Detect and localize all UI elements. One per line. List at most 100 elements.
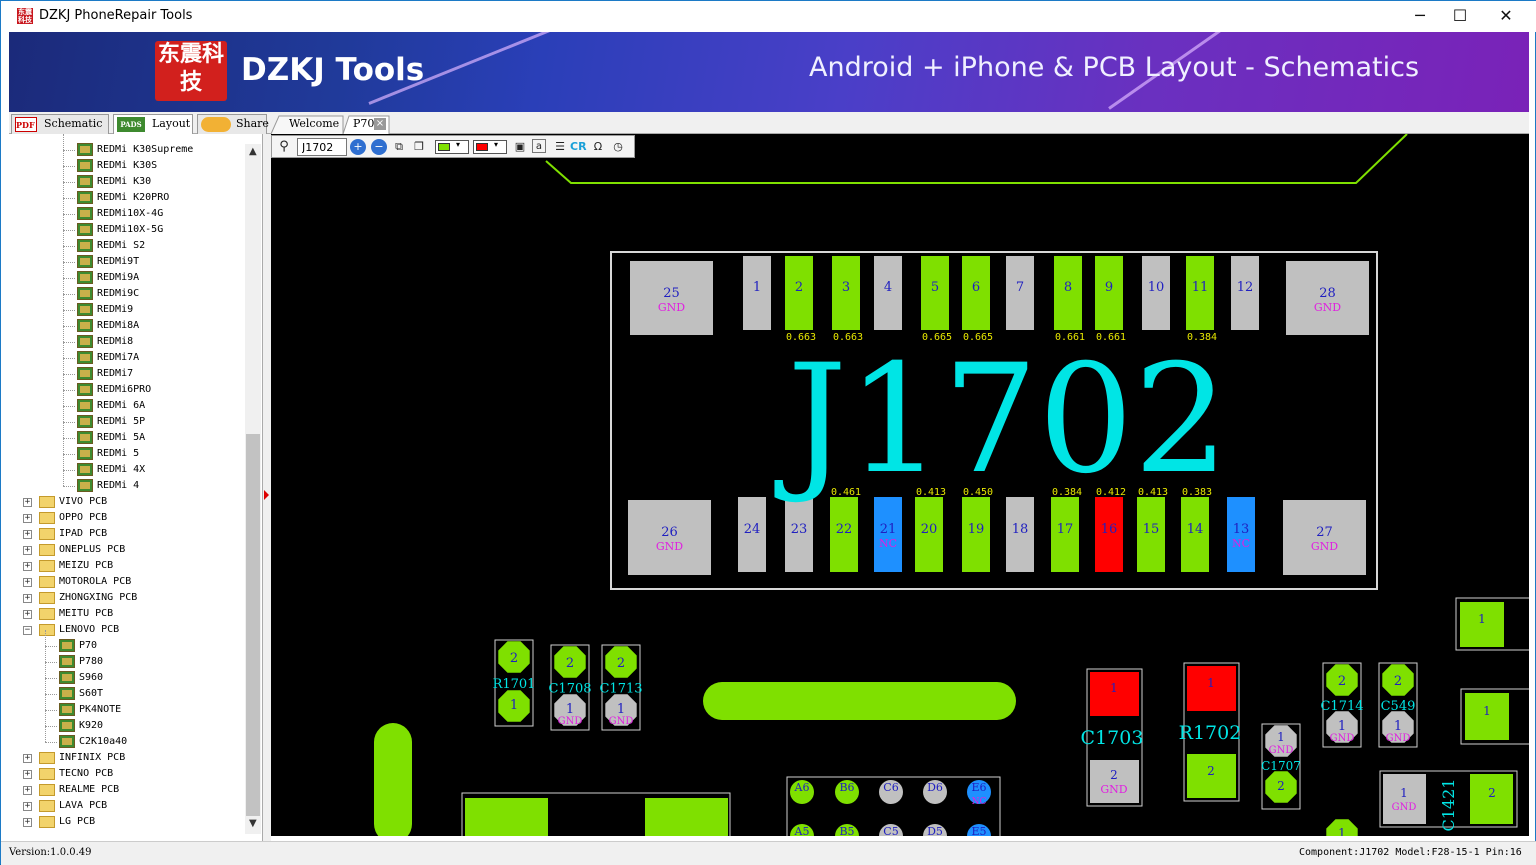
tree-item[interactable]: REDMi8A <box>9 310 245 334</box>
pin-number: 10 <box>1148 280 1165 295</box>
pin-number: 23 <box>791 522 808 537</box>
pads-file-icon <box>77 303 93 316</box>
tree-folder[interactable]: + LAVA PCB <box>9 798 245 814</box>
collapse-icon[interactable]: − <box>23 626 32 635</box>
tree-item[interactable]: REDMi9 <box>9 294 245 318</box>
tree-item[interactable]: REDMi9T <box>9 246 245 270</box>
text-icon[interactable]: a <box>532 139 546 153</box>
pcb-board[interactable]: 25GND1 20.66330.6634 50.66560.6657 80.66190… <box>271 134 1529 836</box>
scrollbar-thumb[interactable] <box>246 434 260 816</box>
scroll-up-icon[interactable]: ▲ <box>249 146 257 157</box>
pad-number: 1 <box>1394 719 1402 734</box>
cr-button[interactable]: CR <box>570 139 587 155</box>
tree-item[interactable]: REDMi9A <box>9 262 245 286</box>
layer-icon[interactable]: ▣ <box>512 139 528 155</box>
expand-icon[interactable]: + <box>23 578 32 587</box>
tree-item[interactable]: REDMi6PRO <box>9 374 245 398</box>
tree-item[interactable]: REDMi K20PRO <box>9 182 245 206</box>
tree-scrollbar[interactable]: ▲ ▼ <box>245 144 261 834</box>
tree-folder[interactable]: + VIVO PCB <box>9 494 245 510</box>
tree-folder[interactable]: + MEITU PCB <box>9 606 245 622</box>
tree-folder[interactable]: + TECNO PCB <box>9 766 245 782</box>
trace-pad[interactable] <box>374 723 412 836</box>
tree-item[interactable]: REDMi K30 <box>9 166 245 190</box>
tree-item[interactable]: REDMi 4X <box>9 454 245 478</box>
panel-splitter[interactable] <box>263 134 271 841</box>
close-tab-icon[interactable]: × <box>374 118 386 130</box>
highlight-color-swatch <box>476 143 488 151</box>
expand-icon[interactable]: + <box>23 802 32 811</box>
bga-ball-label: A5 <box>794 825 810 836</box>
expand-icon[interactable]: + <box>23 770 32 779</box>
tree-item[interactable]: REDMi 5A <box>9 422 245 446</box>
tree-item[interactable]: REDMi 5P <box>9 406 245 430</box>
tree-line <box>63 470 64 486</box>
pad-net: GND <box>1386 733 1411 744</box>
pin-number: 2 <box>795 280 803 295</box>
device-tree: REDMi K30Supreme REDMi K30S REDMi K30 REDMi… <box>9 134 263 841</box>
tree-folder-label: INFINIX PCB <box>59 752 126 763</box>
fill-color-picker[interactable]: ▾ <box>435 140 469 154</box>
tree-item[interactable]: C2K10a40 <box>9 726 245 750</box>
pcb-canvas[interactable]: 25 GND 1 2 0.663 3 0.663 4 5 0.665 6 0.665 7 8 0.661 9 0… <box>271 134 1529 836</box>
component-pad[interactable] <box>465 798 548 836</box>
tree-folder[interactable]: + MEIZU PCB <box>9 558 245 574</box>
tree-folder[interactable]: + MOTOROLA PCB <box>9 574 245 590</box>
pads-file-icon <box>77 399 93 412</box>
tree-folder[interactable]: + ONEPLUS PCB <box>9 542 245 558</box>
tree-item[interactable]: REDMi S2 <box>9 230 245 254</box>
zoom-out-icon[interactable]: − <box>371 139 387 155</box>
fit-view-icon[interactable]: ⧉ <box>391 139 407 155</box>
tree-item[interactable]: REDMi 5 <box>9 438 245 462</box>
resistance-button[interactable]: Ω <box>590 139 606 155</box>
tree-folder[interactable]: + REALME PCB <box>9 782 245 798</box>
zoom-in-icon[interactable]: + <box>350 139 366 155</box>
tree-item[interactable]: REDMi K30S <box>9 150 245 174</box>
component-search-input[interactable] <box>297 138 347 156</box>
trace-pad[interactable] <box>703 682 1016 720</box>
chevron-down-icon: ▾ <box>494 140 499 149</box>
component-pad[interactable] <box>645 798 728 836</box>
expand-icon[interactable]: + <box>23 610 32 619</box>
tree-item[interactable]: REDMi7 <box>9 358 245 382</box>
tree-item[interactable]: REDMi8 <box>9 326 245 350</box>
tree-item[interactable]: REDMi 4 <box>9 470 245 494</box>
tab-layout[interactable]: PADS Layout <box>113 114 193 135</box>
tree-folder[interactable]: + LG PCB <box>9 814 245 830</box>
expand-icon[interactable]: + <box>23 754 32 763</box>
tab-share[interactable]: Share <box>197 114 269 134</box>
tree-folder[interactable]: + OPPO PCB <box>9 510 245 526</box>
tab-p70[interactable]: P70 <box>353 114 374 134</box>
expand-icon[interactable]: + <box>23 530 32 539</box>
fill-color-swatch <box>438 143 450 151</box>
tree-folder[interactable]: + IPAD PCB <box>9 526 245 542</box>
expand-icon[interactable]: + <box>23 818 32 827</box>
tree-line <box>63 486 75 487</box>
copy-view-icon[interactable]: ❐ <box>411 139 427 155</box>
maximize-button[interactable]: ☐ <box>1437 1 1483 32</box>
expand-icon[interactable]: + <box>23 514 32 523</box>
highlight-color-picker[interactable]: ▾ <box>473 140 507 154</box>
tree-item[interactable]: REDMi K30Supreme <box>9 134 245 158</box>
expand-icon[interactable]: + <box>23 786 32 795</box>
expand-icon[interactable]: + <box>23 594 32 603</box>
pad-net: GND <box>1330 733 1355 744</box>
tree-folder[interactable]: + ZHONGXING PCB <box>9 590 245 606</box>
scroll-down-icon[interactable]: ▼ <box>249 818 257 829</box>
tab-welcome[interactable]: Welcome <box>289 114 339 134</box>
tree-folder[interactable]: + INFINIX PCB <box>9 750 245 766</box>
tree-item[interactable]: REDMi10X-4G <box>9 198 245 222</box>
tab-schematic[interactable]: PDF Schematic <box>11 114 109 134</box>
tree-item[interactable]: REDMi7A <box>9 342 245 366</box>
tree-item[interactable]: REDMi9C <box>9 278 245 302</box>
expand-icon[interactable]: + <box>23 546 32 555</box>
tree-item[interactable]: REDMi 6A <box>9 390 245 414</box>
tree-item[interactable]: REDMi10X-5G <box>9 214 245 238</box>
reset-icon[interactable]: ◷ <box>610 139 626 155</box>
search-icon[interactable]: ⚲ <box>276 139 292 155</box>
list-icon[interactable]: ☰ <box>552 139 568 155</box>
close-button[interactable]: ✕ <box>1483 1 1529 32</box>
collapse-arrow-icon[interactable] <box>264 490 269 500</box>
expand-icon[interactable]: + <box>23 498 32 507</box>
expand-icon[interactable]: + <box>23 562 32 571</box>
